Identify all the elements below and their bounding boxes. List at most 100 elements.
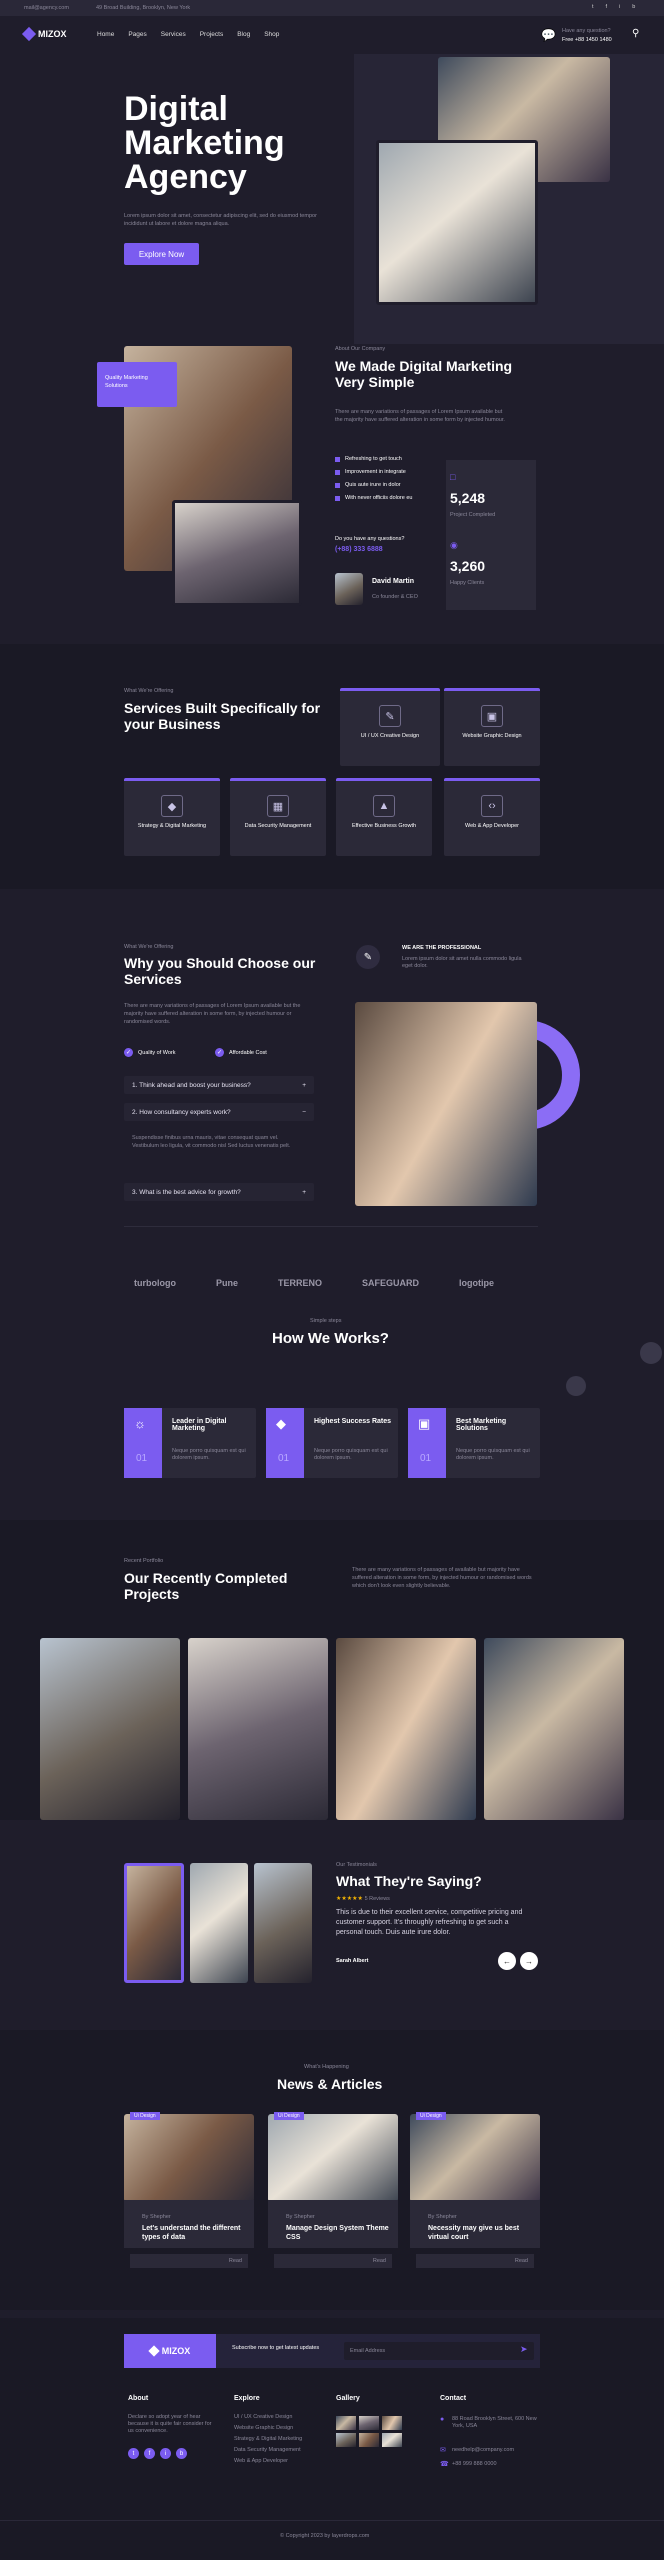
nav-projects[interactable]: Projects: [200, 31, 223, 38]
news-tag[interactable]: Ui Design: [274, 2112, 304, 2120]
news-read-bar[interactable]: Read: [130, 2254, 248, 2268]
brand-logo: Pune: [216, 1278, 239, 1288]
service-card[interactable]: ▲ Effective Business Growth: [336, 778, 432, 856]
service-card[interactable]: ▦ Data Security Management: [230, 778, 326, 856]
read-more-link[interactable]: Read: [373, 2258, 386, 2264]
news-image[interactable]: [268, 2114, 398, 2202]
prev-arrow-button[interactable]: ←: [498, 1952, 516, 1970]
service-card-title: Data Security Management: [244, 823, 312, 829]
faq-question: 2. How consultancy experts work?: [132, 1108, 231, 1116]
gallery-thumb[interactable]: [359, 2433, 379, 2447]
faq-item[interactable]: 3. What is the best advice for growth? +: [124, 1183, 314, 1201]
nav-menu: Home Pages Services Projects Blog Shop: [97, 31, 279, 38]
phone-icon: ☎: [440, 2461, 449, 2468]
footer-link[interactable]: Strategy & Digital Marketing: [234, 2436, 302, 2442]
search-icon[interactable]: ⚲: [632, 28, 639, 39]
news-kicker: What's Happening: [304, 2064, 349, 2070]
logo-icon: [21, 26, 37, 42]
news-read-bar[interactable]: Read: [274, 2254, 392, 2268]
person-name: David Martin: [372, 578, 415, 585]
work-number: 01: [136, 1453, 148, 1464]
footer-link[interactable]: Data Security Management: [234, 2447, 302, 2453]
services-kicker: What We're Offering: [124, 688, 174, 694]
twitter-icon[interactable]: t: [128, 2448, 139, 2459]
nav-shop[interactable]: Shop: [264, 31, 279, 38]
footer-link[interactable]: UI / UX Creative Design: [234, 2414, 302, 2420]
logo[interactable]: MIZOX: [21, 26, 67, 42]
next-arrow-button[interactable]: →: [520, 1952, 538, 1970]
facebook-icon[interactable]: f: [606, 4, 608, 10]
monitor-icon: ▣: [481, 705, 503, 727]
news-tag[interactable]: Ui Design: [130, 2112, 160, 2120]
service-card[interactable]: ▣ Website Graphic Design: [444, 688, 540, 766]
service-card[interactable]: ◆ Strategy & Digital Marketing: [124, 778, 220, 856]
facebook-icon[interactable]: f: [144, 2448, 155, 2459]
testimonial-author: Sarah Albert: [336, 1958, 369, 1964]
brands-row: turbologo Pune TERRENO SAFEGUARD logotip…: [134, 1278, 494, 1288]
services-section: [0, 644, 664, 889]
service-card[interactable]: ‹› Web & App Developer: [444, 778, 540, 856]
work-title: Leader in Digital Marketing: [172, 1418, 227, 1432]
stat1-number: 5,248: [450, 490, 486, 506]
nav-blog[interactable]: Blog: [237, 31, 250, 38]
service-card[interactable]: ✎ UI / UX Creative Design: [340, 688, 440, 766]
news-image[interactable]: [124, 2114, 254, 2202]
read-more-link[interactable]: Read: [515, 2258, 528, 2264]
news-post-title[interactable]: Manage Design System Theme CSS: [286, 2224, 390, 2242]
faq-item[interactable]: 1. Think ahead and boost your business? +: [124, 1076, 314, 1094]
gallery-thumb[interactable]: [359, 2416, 379, 2430]
testimonial-avatar-active[interactable]: [124, 1863, 184, 1983]
news-image[interactable]: [410, 2114, 540, 2202]
footer-about-text: Declare so adopt year of hear because it…: [128, 2414, 212, 2434]
footer-gallery-grid: [336, 2416, 402, 2447]
nav-phone[interactable]: Free +88 1450 1480: [562, 37, 612, 43]
news-read-bar[interactable]: Read: [416, 2254, 534, 2268]
instagram-icon[interactable]: i: [160, 2448, 171, 2459]
footer-link[interactable]: Website Graphic Design: [234, 2425, 302, 2431]
nav-pages[interactable]: Pages: [128, 31, 146, 38]
behance-icon[interactable]: b: [632, 4, 635, 10]
service-card-title: Strategy & Digital Marketing: [137, 823, 207, 829]
project-image[interactable]: [484, 1638, 624, 1820]
explore-now-button[interactable]: Explore Now: [124, 243, 199, 265]
gallery-thumb[interactable]: [382, 2433, 402, 2447]
project-image[interactable]: [336, 1638, 476, 1820]
footer-explore-list: UI / UX Creative Design Website Graphic …: [234, 2414, 302, 2464]
work-number: 01: [278, 1453, 290, 1464]
rating-text: 5 Reviews: [364, 1896, 390, 1902]
nav-home[interactable]: Home: [97, 31, 114, 38]
faq-item-open[interactable]: 2. How consultancy experts work? −: [124, 1103, 314, 1121]
testimonial-avatar[interactable]: [254, 1863, 312, 1983]
footer-link[interactable]: Web & App Developer: [234, 2458, 302, 2464]
news-post-title[interactable]: Necessity may give us best virtual court: [428, 2224, 532, 2242]
read-more-link[interactable]: Read: [229, 2258, 242, 2264]
why-kicker: What We're Offering: [124, 944, 174, 950]
star-rating: ★★★★★ 5 Reviews: [336, 1896, 390, 1902]
footer-phone[interactable]: +88 999 888 0000: [452, 2461, 497, 2467]
project-image[interactable]: [188, 1638, 328, 1820]
about-image-secondary: [172, 500, 302, 606]
service-card-title: Web & App Developer: [464, 823, 519, 829]
footer-email[interactable]: needhelp@company.com: [452, 2447, 514, 2453]
logo-icon: [148, 2345, 160, 2357]
behance-icon[interactable]: b: [176, 2448, 187, 2459]
stat-icon: ◉: [450, 540, 458, 550]
twitter-icon[interactable]: t: [592, 4, 594, 10]
gallery-thumb[interactable]: [336, 2416, 356, 2430]
nav-services[interactable]: Services: [161, 31, 186, 38]
project-image[interactable]: [40, 1638, 180, 1820]
news-post-title[interactable]: Let's understand the different types of …: [142, 2224, 246, 2242]
send-icon[interactable]: ➤: [520, 2344, 528, 2355]
topbar-email[interactable]: mail@agency.com: [24, 5, 69, 11]
solution-icon: ▣: [418, 1416, 431, 1431]
stat2-label: Happy Clients: [450, 580, 485, 586]
gallery-thumb[interactable]: [336, 2433, 356, 2447]
about-phone[interactable]: (+88) 333 6888: [335, 546, 383, 553]
gallery-thumb[interactable]: [382, 2416, 402, 2430]
testimonial-avatar[interactable]: [190, 1863, 248, 1983]
instagram-icon[interactable]: i: [619, 4, 620, 10]
code-icon: ‹›: [481, 795, 503, 817]
projects-title: Our Recently Completed Projects: [124, 1570, 288, 1602]
topbar-social-icons[interactable]: t f i b: [592, 4, 635, 10]
news-tag[interactable]: Ui Design: [416, 2112, 446, 2120]
